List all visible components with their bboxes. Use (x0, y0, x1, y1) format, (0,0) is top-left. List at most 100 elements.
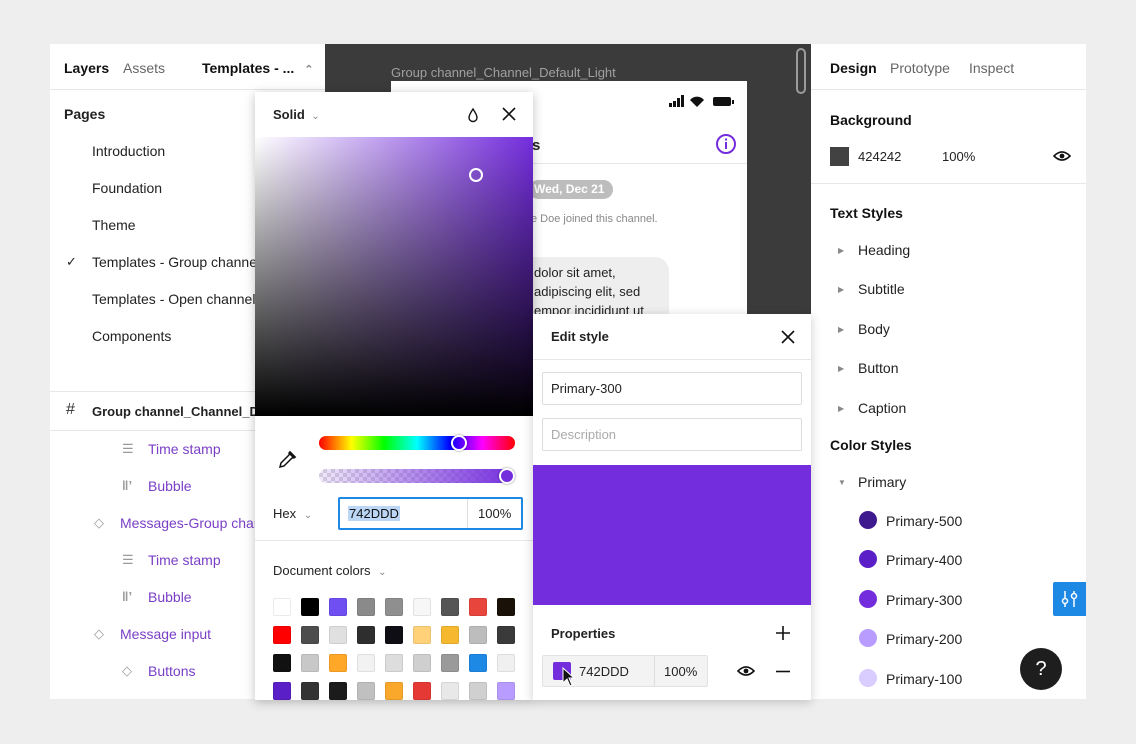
tab-inspect[interactable]: Inspect (969, 60, 1014, 76)
plus-icon[interactable] (776, 626, 790, 640)
hue-handle[interactable] (451, 435, 467, 451)
document-color-swatch[interactable] (413, 654, 431, 672)
document-color-swatch[interactable] (441, 682, 459, 700)
document-color-swatch[interactable] (273, 626, 291, 644)
document-color-swatch[interactable] (273, 682, 291, 700)
layer-item[interactable]: Time stamp (148, 552, 221, 568)
layer-item[interactable]: Time stamp (148, 441, 221, 457)
alpha-handle[interactable] (499, 468, 515, 484)
document-colors-select[interactable]: Document colors ⌄ (273, 563, 387, 578)
document-color-swatch[interactable] (469, 626, 487, 644)
color-style-item[interactable]: Primary-100 (886, 671, 962, 687)
hue-slider[interactable] (319, 436, 515, 450)
background-hex[interactable]: 424242 (858, 149, 901, 164)
frame-label[interactable]: Group channel_Channel_Default_Light (391, 65, 616, 80)
eyedropper-icon[interactable] (277, 450, 297, 470)
minus-icon[interactable] (776, 670, 790, 673)
document-color-swatch[interactable] (497, 682, 515, 700)
tab-prototype[interactable]: Prototype (890, 60, 950, 76)
page-templates-group-channel[interactable]: Templates - Group channel (92, 254, 260, 270)
layer-item[interactable]: Buttons (148, 663, 195, 679)
document-color-swatch[interactable] (329, 598, 347, 616)
page-introduction[interactable]: Introduction (92, 143, 165, 159)
document-color-swatch[interactable] (301, 598, 319, 616)
document-color-swatch[interactable] (497, 626, 515, 644)
document-color-swatch[interactable] (385, 626, 403, 644)
tab-assets[interactable]: Assets (123, 60, 165, 76)
document-color-swatch[interactable] (357, 598, 375, 616)
document-color-swatch[interactable] (497, 654, 515, 672)
eye-icon[interactable] (1053, 150, 1071, 162)
text-style-subtitle[interactable]: Subtitle (858, 281, 905, 297)
document-color-swatch[interactable] (301, 682, 319, 700)
layer-item[interactable]: Bubble (148, 589, 192, 605)
sv-handle[interactable] (469, 168, 483, 182)
tab-design[interactable]: Design (830, 60, 877, 76)
document-color-swatch[interactable] (301, 654, 319, 672)
left-tab-row: Layers Assets Templates - ... ⌃ (50, 44, 325, 90)
document-color-swatch[interactable] (357, 682, 375, 700)
page-foundation[interactable]: Foundation (92, 180, 162, 196)
document-color-swatch[interactable] (273, 654, 291, 672)
layer-item[interactable]: Message input (120, 626, 211, 642)
page-components[interactable]: Components (92, 328, 171, 344)
layer-item[interactable]: Bubble (148, 478, 192, 494)
page-templates-open-channel[interactable]: Templates - Open channel (92, 291, 255, 307)
text-style-body[interactable]: Body (858, 321, 890, 337)
document-color-swatch[interactable] (357, 626, 375, 644)
fill-mode-select[interactable]: Solid ⌄ (273, 107, 320, 122)
document-color-swatch[interactable] (329, 682, 347, 700)
caret-right-icon: ▶ (838, 364, 845, 373)
document-color-swatch[interactable] (413, 598, 431, 616)
document-color-swatch[interactable] (441, 626, 459, 644)
background-swatch[interactable] (830, 147, 849, 166)
saturation-value-area[interactable] (255, 137, 533, 416)
help-button[interactable]: ? (1020, 648, 1062, 690)
drop-icon[interactable] (466, 107, 480, 123)
eye-icon[interactable] (737, 665, 755, 677)
color-style-item[interactable]: Primary-300 (886, 592, 962, 608)
hex-value[interactable]: 742DDD (348, 506, 400, 521)
style-name-input[interactable]: Primary-300 (542, 372, 802, 405)
document-color-swatch[interactable] (469, 682, 487, 700)
page-theme[interactable]: Theme (92, 217, 136, 233)
color-format-select[interactable]: Hex ⌄ (273, 506, 312, 521)
text-style-button[interactable]: Button (858, 360, 898, 376)
canvas-scrollbar[interactable] (796, 48, 806, 94)
info-icon[interactable] (715, 133, 737, 155)
color-group-primary[interactable]: Primary (858, 474, 906, 490)
tab-layers[interactable]: Layers (64, 60, 109, 76)
document-color-swatch[interactable] (385, 682, 403, 700)
document-color-swatch[interactable] (441, 654, 459, 672)
property-hex[interactable]: 742DDD (579, 664, 629, 679)
color-style-item[interactable]: Primary-500 (886, 513, 962, 529)
document-color-swatch[interactable] (497, 598, 515, 616)
close-icon[interactable] (781, 330, 795, 344)
opacity-value[interactable]: 100% (478, 506, 511, 521)
alpha-slider[interactable] (319, 469, 515, 483)
background-opacity[interactable]: 100% (942, 149, 975, 164)
text-style-caption[interactable]: Caption (858, 400, 906, 416)
document-color-swatch[interactable] (441, 598, 459, 616)
hex-input[interactable]: 742DDD 100% (338, 497, 523, 530)
document-color-swatch[interactable] (469, 654, 487, 672)
document-color-swatch[interactable] (413, 682, 431, 700)
document-color-swatch[interactable] (469, 598, 487, 616)
adjust-panel-button[interactable] (1053, 582, 1086, 616)
color-style-item[interactable]: Primary-200 (886, 631, 962, 647)
color-style-item[interactable]: Primary-400 (886, 552, 962, 568)
close-icon[interactable] (502, 107, 516, 121)
document-color-swatch[interactable] (357, 654, 375, 672)
property-opacity[interactable]: 100% (664, 664, 697, 679)
document-color-swatch[interactable] (385, 654, 403, 672)
document-color-swatch[interactable] (301, 626, 319, 644)
document-color-swatch[interactable] (329, 626, 347, 644)
message-line: adipiscing elit, sed (534, 284, 641, 299)
style-description-input[interactable]: Description (542, 418, 802, 451)
page-selector[interactable]: Templates - ... ⌃ (202, 60, 313, 76)
document-color-swatch[interactable] (413, 626, 431, 644)
text-style-heading[interactable]: Heading (858, 242, 910, 258)
document-color-swatch[interactable] (329, 654, 347, 672)
document-color-swatch[interactable] (385, 598, 403, 616)
document-color-swatch[interactable] (273, 598, 291, 616)
